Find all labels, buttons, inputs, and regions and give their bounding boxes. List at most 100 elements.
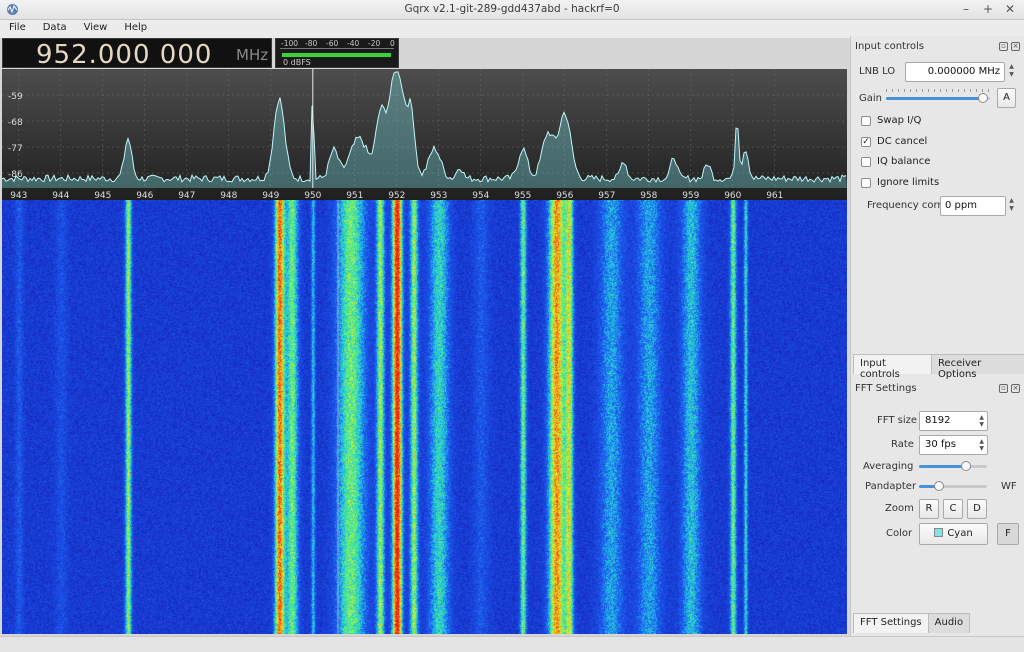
color-label: Color — [886, 528, 913, 539]
wf-label: WF — [1001, 481, 1017, 492]
tab-audio[interactable]: Audio — [927, 613, 971, 633]
freq-axis-label: 950 — [304, 191, 321, 200]
frequency-corr-label: Frequency corr. — [867, 200, 944, 211]
averaging-label: Averaging — [863, 461, 914, 472]
waterfall-display[interactable] — [2, 200, 847, 634]
averaging-slider[interactable] — [919, 459, 987, 473]
auto-gain-button[interactable]: A — [997, 88, 1016, 108]
close-icon[interactable]: × — [1011, 384, 1020, 393]
close-icon[interactable]: ✕ — [1004, 2, 1016, 16]
ignore-limits-checkbox-row[interactable]: Ignore limits — [861, 177, 939, 188]
waterfall-canvas[interactable] — [2, 200, 847, 634]
tab-input-controls[interactable]: Input controls — [853, 354, 932, 380]
averaging-slider-fill — [919, 465, 966, 468]
float-icon[interactable]: ▫ — [999, 384, 1008, 393]
gain-slider-ticks — [886, 89, 990, 92]
freq-axis-label: 949 — [262, 191, 279, 200]
input-controls-title: Input controls — [855, 41, 924, 52]
iq-balance-checkbox-row[interactable]: IQ balance — [861, 156, 930, 167]
averaging-slider-handle[interactable] — [960, 461, 971, 471]
frequency-corr-spin-icon[interactable]: ▲ ▼ — [1007, 197, 1016, 215]
swap-iq-label: Swap I/Q — [877, 115, 922, 126]
freq-axis-label: 961 — [766, 191, 783, 200]
dc-cancel-checkbox[interactable]: ✓ — [861, 136, 871, 147]
gain-slider-handle[interactable] — [978, 93, 989, 103]
gain-slider[interactable] — [886, 89, 990, 105]
fft-settings-title: FFT Settings — [855, 383, 917, 394]
ignore-limits-checkbox[interactable] — [861, 177, 871, 188]
freq-axis-label: 955 — [514, 191, 531, 200]
meter-unit-label: 0 dBFS — [283, 58, 311, 67]
pandapter-wf-slider[interactable] — [919, 479, 987, 493]
freq-axis-label: 960 — [724, 191, 741, 200]
freq-axis-label: 953 — [430, 191, 447, 200]
tab-fft-settings[interactable]: FFT Settings — [853, 613, 929, 633]
maximize-icon[interactable]: + — [982, 2, 994, 16]
frequency-corr-input[interactable]: 0 ppm — [940, 196, 1006, 216]
freq-axis-label: 948 — [220, 191, 237, 200]
meter-ticks — [280, 48, 394, 52]
spin-arrows-icon: ▲ ▼ — [979, 414, 984, 428]
bottom-dock-tabs: FFT Settings Audio — [853, 613, 971, 633]
swap-iq-checkbox-row[interactable]: Swap I/Q — [861, 115, 921, 126]
fft-size-value: 8192 — [925, 415, 951, 426]
freq-axis-label: 943 — [10, 191, 27, 200]
rate-select[interactable]: 30 fps ▲ ▼ — [919, 435, 988, 455]
zoom-center-button[interactable]: C — [943, 499, 963, 519]
close-icon[interactable]: × — [1011, 42, 1020, 51]
window-title: Gqrx v2.1-git-289-gdd437abd - hackrf=0 — [404, 3, 620, 15]
lnb-lo-spin-icon[interactable]: ▲ ▼ — [1007, 63, 1016, 81]
right-dock: Input controls ▫ × LNB LO 0.000000 MHz ▲… — [850, 36, 1024, 636]
meter-level-bar — [282, 53, 391, 57]
frequency-digits[interactable]: 952.000 000 — [36, 40, 212, 70]
db-axis-label: -77 — [8, 144, 23, 154]
gain-slider-fill — [886, 97, 984, 100]
fill-toggle-button[interactable]: F — [997, 523, 1019, 545]
meter-scale-label: -80 — [305, 39, 318, 48]
color-swatch-icon — [934, 528, 944, 537]
spectrum-canvas[interactable]: -59 -68 -77 -86 943 944 945 946 947 948 949 950 951 9… — [2, 69, 847, 200]
title-bar: Gqrx v2.1-git-289-gdd437abd - hackrf=0 –… — [0, 0, 1024, 20]
lnb-lo-input[interactable]: 0.000000 MHz — [905, 62, 1005, 82]
minimize-icon[interactable]: – — [960, 2, 972, 16]
pandapter-label: Pandapter — [865, 481, 917, 492]
frequency-unit: MHz — [236, 46, 269, 64]
iq-balance-label: IQ balance — [877, 156, 931, 167]
frequency-display[interactable]: 952.000 000 MHz — [2, 38, 272, 70]
swap-iq-checkbox[interactable] — [861, 115, 871, 126]
freq-axis-label: 944 — [52, 191, 69, 200]
pandapter-slider-handle[interactable] — [933, 481, 944, 491]
freq-axis-label: 946 — [136, 191, 153, 200]
zoom-reset-button[interactable]: R — [919, 499, 939, 519]
color-picker-button[interactable]: Cyan — [919, 523, 988, 545]
dc-cancel-checkbox-row[interactable]: ✓ DC cancel — [861, 136, 927, 147]
menu-help[interactable]: Help — [115, 20, 155, 38]
menu-data[interactable]: Data — [34, 20, 75, 38]
db-axis-label: -86 — [8, 170, 23, 180]
spin-arrows-icon: ▲ ▼ — [979, 438, 984, 452]
float-icon[interactable]: ▫ — [999, 42, 1008, 51]
freq-axis-label: 956 — [556, 191, 573, 200]
iq-balance-checkbox[interactable] — [861, 156, 871, 167]
menu-file[interactable]: File — [0, 20, 34, 38]
meter-scale-label: -40 — [347, 39, 360, 48]
rate-value: 30 fps — [925, 439, 956, 450]
db-axis-label: -59 — [8, 92, 23, 102]
color-value: Cyan — [947, 528, 973, 539]
freq-axis-label: 947 — [178, 191, 195, 200]
menu-view[interactable]: View — [75, 20, 116, 38]
lnb-lo-label: LNB LO — [859, 66, 896, 77]
signal-meter: -100 -80 -60 -40 -20 0 0 dBFS — [275, 38, 399, 68]
rate-label: Rate — [891, 439, 914, 450]
freq-axis-label: 957 — [598, 191, 615, 200]
tab-receiver-options[interactable]: Receiver Options — [930, 354, 1024, 380]
dc-cancel-label: DC cancel — [877, 136, 928, 147]
freq-axis-label: 958 — [640, 191, 657, 200]
zoom-demod-button[interactable]: D — [967, 499, 987, 519]
freq-axis-label: 954 — [472, 191, 489, 200]
top-dock-tabs: Input controls Receiver Options — [853, 354, 1024, 380]
gain-label: Gain — [859, 93, 882, 104]
status-bar — [0, 636, 1024, 652]
fft-size-select[interactable]: 8192 ▲ ▼ — [919, 411, 988, 431]
spectrum-plot[interactable]: -59 -68 -77 -86 943 944 945 946 947 948 949 950 951 9… — [2, 69, 847, 200]
